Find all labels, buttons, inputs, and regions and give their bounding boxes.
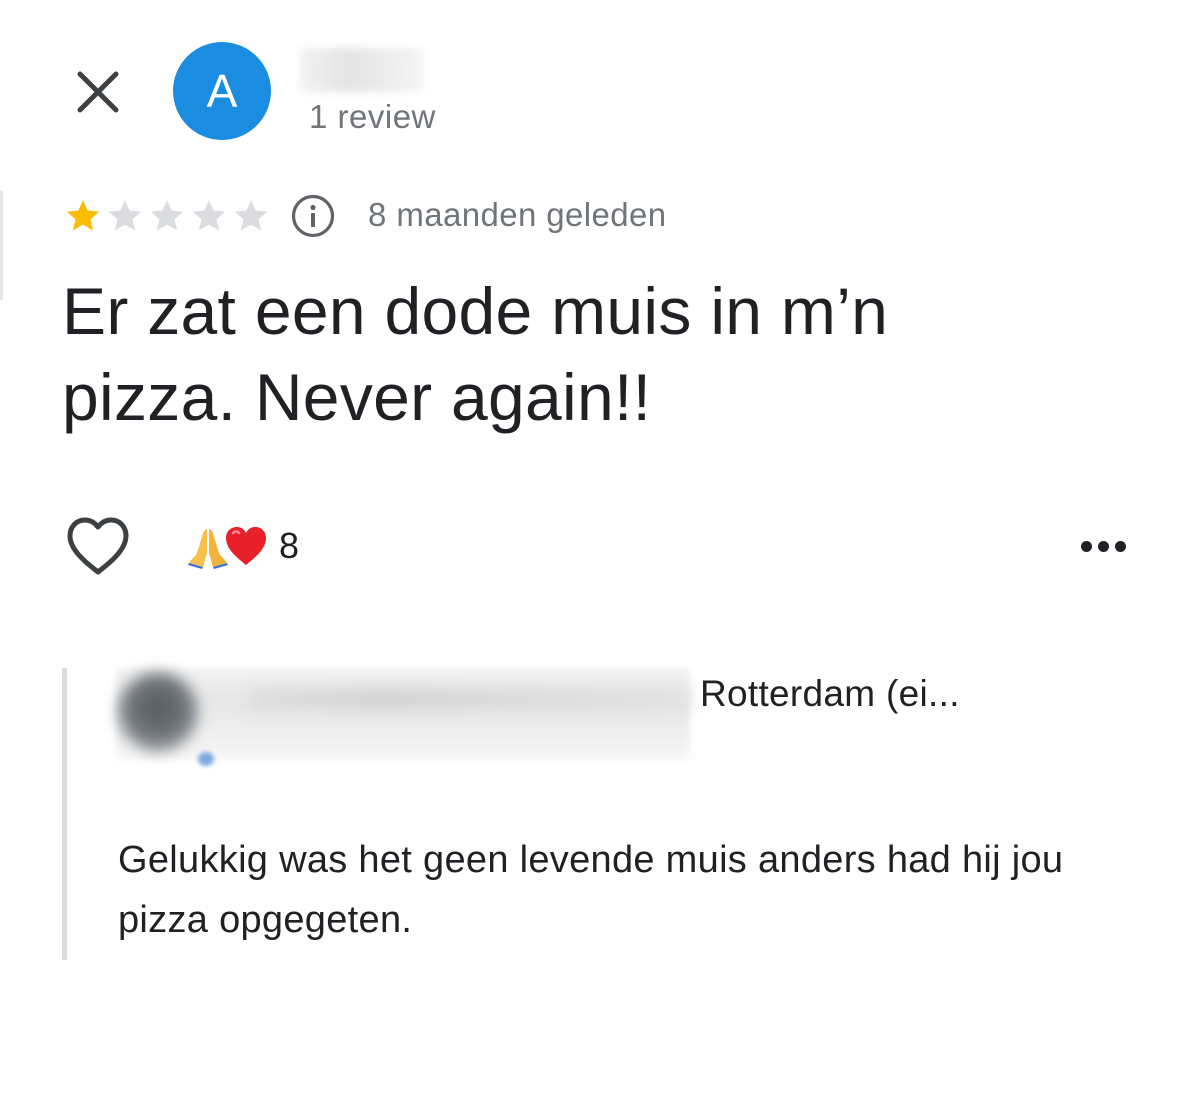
reviewer-avatar[interactable]: A — [173, 42, 271, 140]
star-empty-icon — [192, 200, 226, 231]
reply-indent-bar — [62, 668, 67, 960]
reviewer-review-count[interactable]: 1 review — [309, 98, 436, 136]
review-time-ago: 8 maanden geleden — [368, 196, 667, 233]
reply-owner-redacted-text — [250, 690, 690, 708]
close-button[interactable] — [62, 56, 134, 128]
more-options-button[interactable] — [1068, 522, 1138, 570]
star-rating — [63, 196, 271, 236]
star-empty-icon — [234, 200, 268, 231]
review-sheet: A 1 review 8 maanden geleden Er zat een … — [0, 0, 1200, 1096]
review-text: Er zat een dode muis in m’n pizza. Never… — [62, 274, 889, 434]
star-empty-icon — [108, 200, 142, 231]
verified-badge-icon — [198, 752, 214, 766]
reviewer-name-redacted[interactable] — [300, 48, 424, 92]
like-heart-icon[interactable] — [62, 512, 134, 580]
star-filled-icon — [66, 200, 100, 231]
info-icon[interactable] — [290, 193, 336, 239]
red-heart-emoji — [226, 527, 266, 565]
avatar-letter: A — [206, 65, 238, 117]
reaction-emojis — [185, 523, 269, 569]
reply-text: Gelukkig was het geen levende muis ander… — [118, 839, 1064, 941]
sheet-edge — [0, 190, 3, 300]
reactions-summary[interactable]: 8 — [185, 522, 299, 570]
star-empty-icon — [150, 200, 184, 231]
more-dots-icon — [1080, 540, 1092, 552]
reply-owner-name: Rotterdam (ei... — [700, 673, 960, 714]
reaction-count: 8 — [279, 525, 300, 566]
reply-owner-avatar — [118, 672, 198, 752]
reply-owner-redacted — [116, 668, 690, 760]
close-icon — [77, 71, 119, 113]
